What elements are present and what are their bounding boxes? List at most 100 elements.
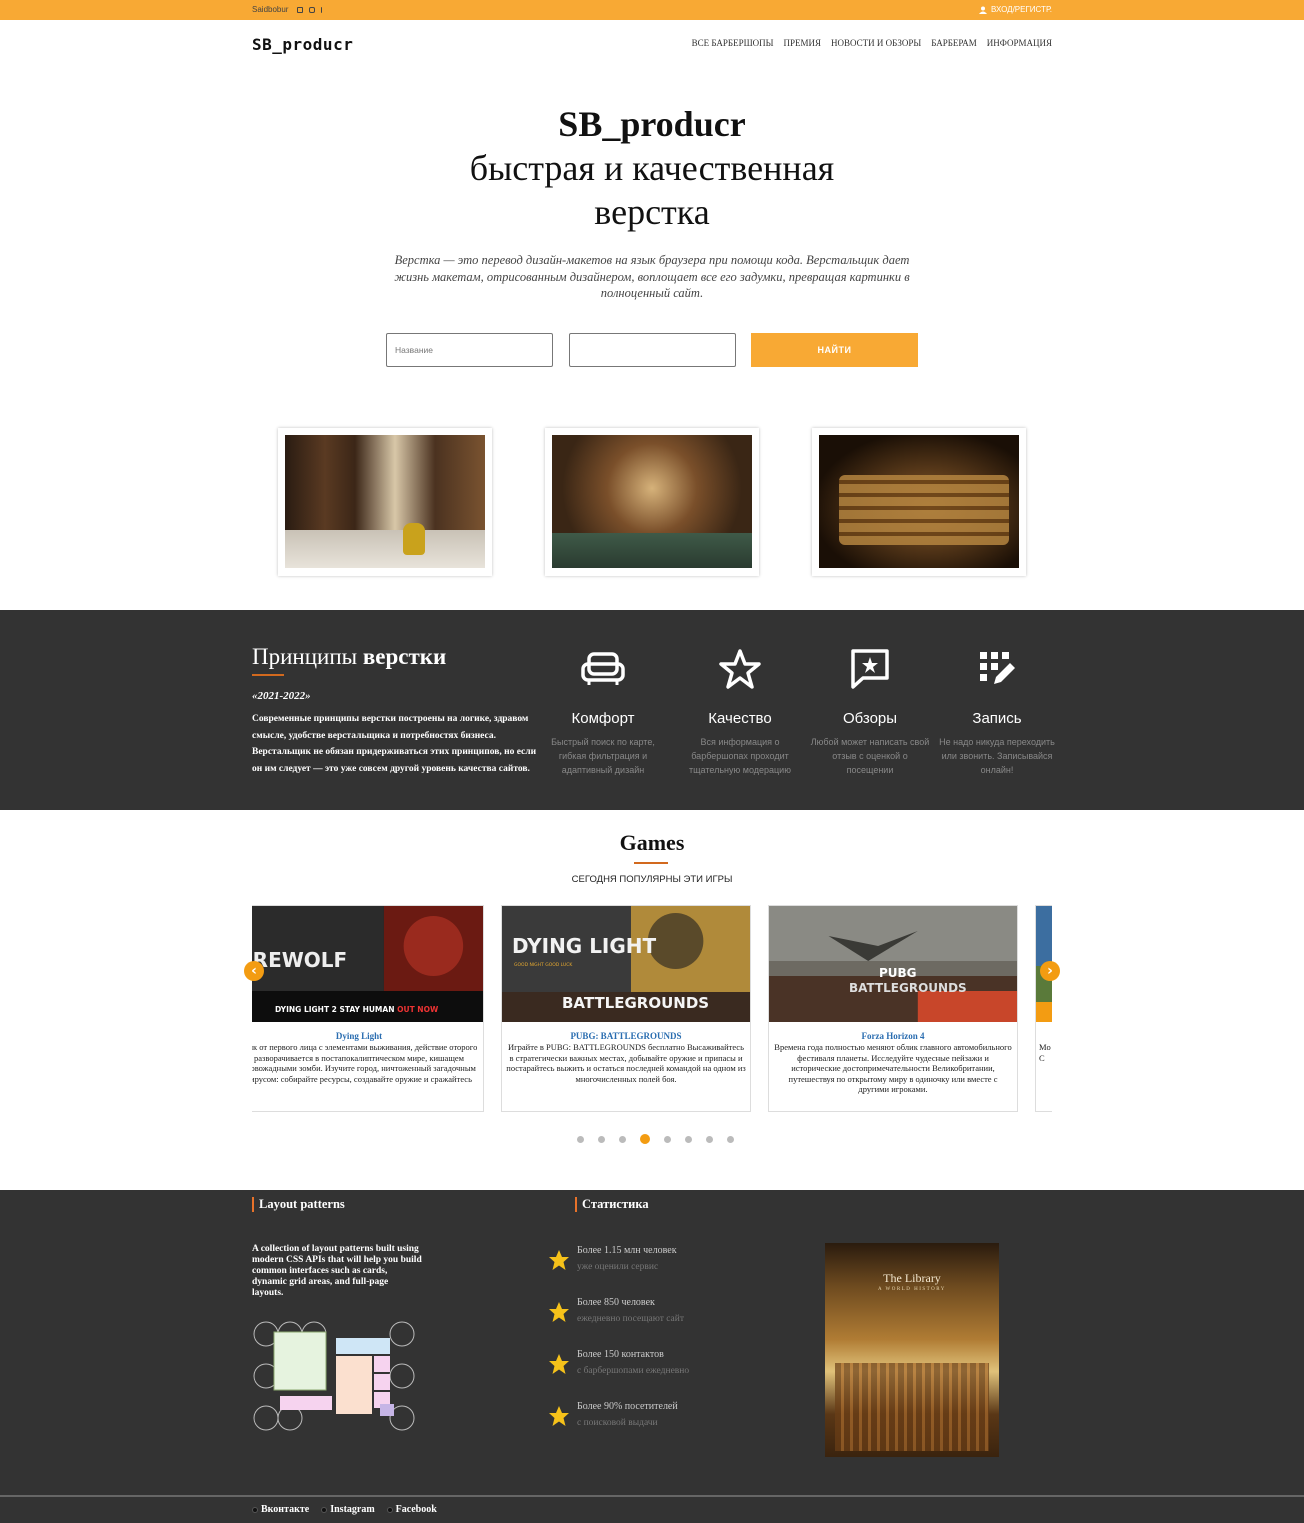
- star-icon: [719, 649, 761, 689]
- carousel-prev-button[interactable]: ‹: [244, 961, 264, 981]
- feature-reviews: Обзоры Любой может написать свой отзыв с…: [810, 646, 930, 777]
- stats-title: Статистика: [575, 1197, 649, 1212]
- carousel-dot[interactable]: [598, 1135, 605, 1143]
- nav-item-barbers[interactable]: БАРБЕРАМ: [931, 38, 977, 48]
- layout-patterns-illustration: [253, 1321, 415, 1431]
- game-description: Играйте в PUBG: BATTLEGROUNDS бесплатно …: [506, 1042, 746, 1084]
- old-books-image: [819, 435, 1019, 568]
- banner-title: PUBG: [879, 966, 917, 980]
- logo[interactable]: SB_producr: [252, 35, 353, 54]
- games-carousel[interactable]: EREWOLF DYING LIGHT 2 STAY HUMAN OUT NOW…: [252, 905, 1052, 1115]
- search-name-input[interactable]: Название: [386, 333, 553, 367]
- game-description: евик от первого лица с элементами выжива…: [252, 1042, 478, 1084]
- book-cover-image[interactable]: The Library A WORLD HISTORY: [825, 1243, 999, 1457]
- photo-bookshelf[interactable]: [278, 428, 492, 576]
- photo-old-books[interactable]: [812, 428, 1026, 576]
- game-card[interactable]: PUBG BATTLEGROUNDS Forza Horizon 4 Време…: [768, 905, 1018, 1112]
- stat-caption: с барбершопами ежедневно: [577, 1366, 690, 1376]
- stat-caption: с поисковой выдачи: [577, 1418, 658, 1428]
- topbar-left: Saidbobur: [252, 5, 325, 14]
- feature-desc: Вся информация о барбершопах проходит тщ…: [689, 737, 791, 775]
- banner-caption: BATTLEGROUNDS: [849, 981, 967, 995]
- hero-title-brand: SB_producr: [558, 104, 746, 144]
- banner-title: DYING LIGHT: [512, 934, 657, 958]
- banner-caption: DYING LIGHT 2 STAY HUMAN OUT NOW: [275, 1005, 439, 1014]
- nav-item-news[interactable]: НОВОСТИ И ОБЗОРЫ: [831, 38, 921, 48]
- games-subtitle: СЕГОДНЯ ПОПУЛЯРНЫ ЭТИ ИГРЫ: [571, 874, 733, 885]
- facebook-icon: [386, 1506, 393, 1513]
- game-banner: PUBG BATTLEGROUNDS: [769, 906, 1017, 1022]
- bookshelf-image: [285, 435, 485, 568]
- social-links: Вконтакте Instagram Facebook: [252, 1504, 437, 1515]
- facebook-link[interactable]: Facebook: [386, 1504, 437, 1515]
- feature-desc: Не надо никуда переходить или звонить. З…: [939, 737, 1055, 775]
- nav-item-barbershops[interactable]: ВСЕ БАРБЕРШОПЫ: [692, 38, 774, 48]
- username[interactable]: Saidbobur: [252, 5, 288, 14]
- nav-item-award[interactable]: ПРЕМИЯ: [784, 38, 822, 48]
- user-icon: [979, 6, 988, 14]
- login-label: ВХОД/РЕГИСТР.: [991, 5, 1052, 14]
- library-hall-image: [552, 435, 752, 568]
- book-title: The Library: [883, 1271, 941, 1285]
- stat-value: Более 90% посетителей: [577, 1401, 678, 1412]
- banner-title: EREWOLF: [252, 948, 348, 972]
- games-title: Games: [619, 830, 685, 855]
- photo-library-hall[interactable]: [545, 428, 759, 576]
- carousel-dot[interactable]: [640, 1134, 650, 1144]
- game-banner: EREWOLF DYING LIGHT 2 STAY HUMAN OUT NOW: [252, 906, 483, 1022]
- hero-title-line2: быстрая и качественная: [469, 148, 835, 188]
- instagram-icon[interactable]: [309, 6, 316, 13]
- login-link[interactable]: ВХОД/РЕГИСТР.: [979, 5, 1052, 14]
- vk-icon[interactable]: [297, 6, 304, 13]
- review-icon: [851, 649, 889, 689]
- find-button[interactable]: НАЙТИ: [751, 333, 918, 367]
- hero-description: Верстка — это перевод дизайн-макетов на …: [394, 253, 910, 300]
- game-card[interactable]: DYING LIGHT GOOD NIGHT GOOD LUCK BATTLEG…: [501, 905, 751, 1112]
- game-card[interactable]: Mo С: [1035, 905, 1052, 1112]
- feature-comfort: Комфорт Быстрый поиск по карте, гибкая ф…: [543, 646, 663, 777]
- game-name[interactable]: Forza Horizon 4: [769, 1031, 1017, 1041]
- hero-title-line3: верстка: [594, 192, 710, 232]
- principles-title: Принципы верстки: [252, 644, 447, 669]
- feature-title: Качество: [708, 710, 772, 727]
- site-header: SB_producr ВСЕ БАРБЕРШОПЫ ПРЕМИЯ НОВОСТИ…: [0, 20, 1304, 68]
- footer: Layout patterns Статистика A collection …: [0, 1190, 1304, 1495]
- layout-patterns-text: A collection of layout patterns built us…: [252, 1244, 422, 1298]
- instagram-link[interactable]: Instagram: [321, 1504, 375, 1515]
- carousel-dot[interactable]: [619, 1135, 626, 1143]
- edit-grid-icon: [980, 652, 1015, 684]
- vk-link[interactable]: Вконтакте: [252, 1504, 309, 1515]
- nav-item-info[interactable]: ИНФОРМАЦИЯ: [987, 38, 1052, 48]
- sofa-icon: [581, 652, 625, 685]
- title-underline: [634, 862, 668, 864]
- banner-tag: GOOD NIGHT GOOD LUCK: [514, 963, 573, 968]
- top-bar: Saidbobur ВХОД/РЕГИСТР.: [0, 0, 1304, 20]
- instagram-icon: [321, 1506, 328, 1513]
- carousel-dot[interactable]: [727, 1135, 734, 1143]
- feature-title: Обзоры: [842, 710, 898, 727]
- game-name[interactable]: Dying Light: [252, 1031, 483, 1041]
- facebook-icon[interactable]: [321, 6, 325, 13]
- carousel-dot[interactable]: [664, 1135, 671, 1143]
- stat-caption: ежедневно посещают сайт: [577, 1314, 685, 1324]
- banner-caption: BATTLEGROUNDS: [562, 994, 710, 1012]
- carousel-dot[interactable]: [685, 1135, 692, 1143]
- principles-text: Современные принципы верстки построены н…: [252, 714, 537, 774]
- feature-title: Комфорт: [571, 710, 635, 727]
- game-card[interactable]: EREWOLF DYING LIGHT 2 STAY HUMAN OUT NOW…: [252, 905, 484, 1112]
- main-nav: ВСЕ БАРБЕРШОПЫ ПРЕМИЯ НОВОСТИ И ОБЗОРЫ Б…: [692, 38, 1052, 48]
- game-name[interactable]: PUBG: BATTLEGROUNDS: [502, 1031, 750, 1041]
- stat-caption: уже оценили сервис: [577, 1262, 659, 1272]
- layout-patterns-title: Layout patterns: [252, 1197, 345, 1212]
- game-banner: DYING LIGHT GOOD NIGHT GOOD LUCK BATTLEG…: [502, 906, 750, 1022]
- carousel-dots: [577, 1134, 734, 1144]
- bottom-bar: Вконтакте Instagram Facebook: [0, 1495, 1304, 1523]
- carousel-dot[interactable]: [706, 1135, 713, 1143]
- star-icon: [549, 1406, 569, 1426]
- carousel-next-button[interactable]: ›: [1040, 961, 1060, 981]
- stat-value: Более 150 контактов: [577, 1349, 664, 1360]
- stat-value: Более 1.15 млн человек: [577, 1245, 677, 1256]
- search-second-input[interactable]: [569, 333, 736, 367]
- star-icon: [549, 1354, 569, 1374]
- carousel-dot[interactable]: [577, 1135, 584, 1143]
